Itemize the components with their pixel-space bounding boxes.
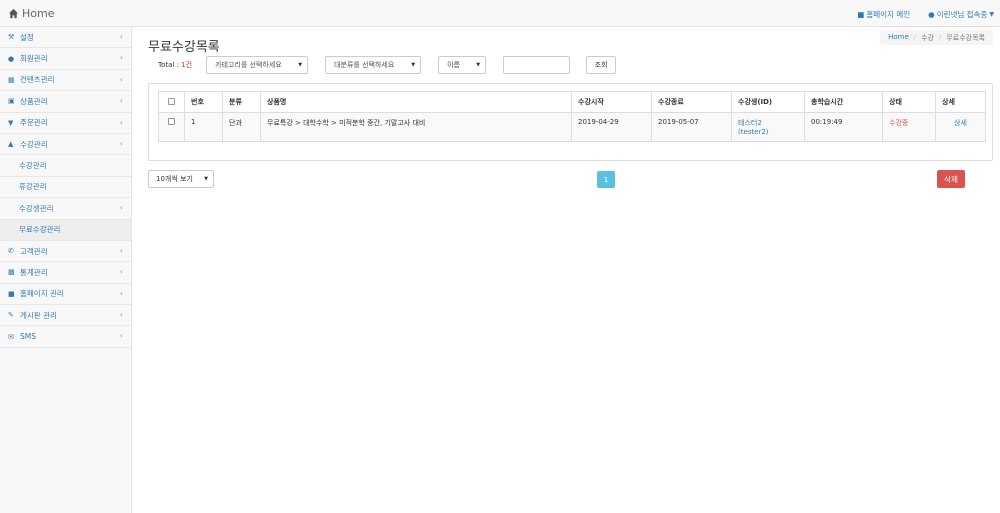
student-id-link[interactable]: (tester2): [738, 128, 769, 136]
sidebar-item-products[interactable]: ▣ 상품관리 ‹: [0, 91, 131, 113]
phone-icon: ✆: [8, 247, 14, 256]
sidebar-item-homepage[interactable]: ■ 홈페이지 관리 ‹: [0, 284, 131, 306]
caret-down-icon: ▼: [204, 176, 208, 182]
cell-student: 테스터2 (tester2): [731, 112, 805, 142]
sidebar-item-orders[interactable]: ▼ 주문관리 ‹: [0, 113, 131, 134]
list-panel: 번호 분류 상품명 수강시작 수강종료 수강생(ID) 총학습시간 상태 상세 …: [148, 83, 993, 161]
sidebar-item-statistics[interactable]: ▩ 통계관리 ‹: [0, 262, 131, 284]
page-title: 무료수강목록: [148, 40, 220, 55]
main-content: 무료수강목록 Home / 수강 / 무료수강목록 Total : 1건 카테고…: [132, 27, 1000, 513]
film-icon: ▦: [8, 75, 15, 84]
caret-down-icon: ▼: [411, 62, 416, 68]
page-size-select[interactable]: 10개씩 보기 ▼: [148, 170, 214, 188]
major-category-select[interactable]: 대분류를 선택하세요 ▼: [325, 56, 422, 74]
status-badge: 수강중: [882, 112, 936, 142]
cart-icon: ▼: [8, 118, 14, 127]
select-all-cell: [158, 91, 185, 113]
user-menu[interactable]: ● 이린넷님 접속중 ▼: [928, 9, 994, 20]
sidebar-item-settings[interactable]: ⚒ 설정 ‹: [0, 27, 131, 49]
search-button[interactable]: 조회: [586, 56, 617, 74]
brand-label: Home: [22, 7, 55, 20]
breadcrumb-separator: /: [939, 33, 942, 41]
breadcrumb-course: 수강: [921, 34, 934, 42]
col-header-product: 상품명: [260, 91, 572, 113]
col-header-detail: 상세: [935, 91, 986, 113]
sidebar-item-members[interactable]: ● 회원관리 ‹: [0, 48, 131, 70]
search-type-select[interactable]: 이름 ▼: [438, 56, 487, 74]
table-header-row: 번호 분류 상품명 수강시작 수강종료 수강생(ID) 총학습시간 상태 상세: [158, 91, 986, 113]
breadcrumb-separator: /: [913, 33, 917, 41]
caret-down-icon: ▼: [298, 62, 303, 68]
sidebar-subitem-break-manage[interactable]: 휴강관리: [0, 177, 131, 199]
pagination-page-1[interactable]: 1: [597, 171, 615, 188]
gift-icon: ▣: [8, 97, 15, 106]
sidebar-item-customers[interactable]: ✆ 고객관리 ‹: [0, 241, 131, 263]
breadcrumb: Home / 수강 / 무료수강목록: [880, 30, 993, 45]
col-header-no: 번호: [184, 91, 223, 113]
col-header-start: 수강시작: [571, 91, 652, 113]
category-select[interactable]: 카테고리를 선택하세요 ▼: [206, 56, 309, 74]
homepage-main-link[interactable]: ■ 홈페이지 메인: [857, 9, 910, 20]
cell-end: 2019-05-07: [651, 112, 732, 142]
home-icon: [8, 8, 19, 19]
col-header-category: 분류: [222, 91, 261, 113]
chevron-left-icon: ‹: [119, 310, 123, 320]
sidebar-subitem-student-manage[interactable]: 수강생관리 ‹: [0, 198, 131, 220]
cell-category: 단과: [222, 112, 261, 142]
sidebar: ⚒ 설정 ‹ ● 회원관리 ‹ ▦ 컨텐츠관리 ‹ ▣ 상품관리 ‹ ▼ 주문관…: [0, 27, 132, 513]
chevron-left-icon: ‹: [119, 331, 123, 341]
col-header-end: 수강종료: [651, 91, 732, 113]
chevron-left-icon: ‹: [119, 267, 123, 277]
car-icon: ■: [8, 289, 15, 298]
chevron-left-icon: ‹: [119, 53, 123, 63]
row-checkbox[interactable]: [168, 118, 175, 125]
caret-down-icon: ▼: [476, 62, 481, 68]
chevron-down-icon: ‹: [119, 138, 123, 148]
col-header-total-time: 총학습시간: [804, 91, 883, 113]
sidebar-item-board[interactable]: ✎ 게시판 관리 ‹: [0, 305, 131, 327]
user-icon: ●: [8, 54, 15, 63]
sidebar-subitem-course-manage[interactable]: 수강관리: [0, 155, 131, 177]
bar-chart-icon: ▩: [8, 268, 15, 277]
detail-link[interactable]: 상세: [935, 112, 986, 142]
total-count: Total : 1건: [158, 61, 193, 69]
sidebar-subitem-free-course-manage[interactable]: 무료수강관리: [0, 219, 131, 241]
wrench-icon: ⚒: [8, 33, 15, 42]
sidebar-item-contents[interactable]: ▦ 컨텐츠관리 ‹: [0, 70, 131, 92]
breadcrumb-current: 무료수강목록: [946, 34, 985, 42]
chevron-left-icon: ‹: [119, 32, 123, 41]
student-name-link[interactable]: 테스터2: [738, 119, 762, 127]
col-header-status: 상태: [882, 91, 936, 113]
chevron-left-icon: ‹: [119, 203, 123, 213]
delete-button[interactable]: 삭제: [937, 170, 965, 188]
caret-down-icon: ▼: [989, 11, 994, 18]
cell-total-time: 00:19:49: [804, 112, 883, 142]
sidebar-item-courses[interactable]: ▲ 수강관리 ‹: [0, 134, 131, 156]
graduation-cap-icon: ▲: [8, 140, 14, 149]
car-icon: ■: [857, 10, 865, 19]
chevron-left-icon: ‹: [119, 288, 123, 298]
chevron-left-icon: ‹: [119, 74, 123, 84]
row-select-cell: [158, 112, 185, 142]
cell-product: 무료특강 > 대학수학 > 미적분학 중간, 기말고사 대비: [260, 112, 572, 142]
chevron-left-icon: ‹: [119, 245, 123, 255]
user-icon: ●: [928, 10, 935, 19]
table-row: 1 단과 무료특강 > 대학수학 > 미적분학 중간, 기말고사 대비 2019…: [158, 112, 986, 142]
breadcrumb-home[interactable]: Home: [888, 33, 909, 42]
search-input[interactable]: [503, 56, 571, 74]
envelope-icon: ✉: [8, 332, 14, 341]
free-course-table: 번호 분류 상품명 수강시작 수강종료 수강생(ID) 총학습시간 상태 상세 …: [158, 91, 986, 142]
edit-icon: ✎: [8, 311, 14, 320]
chevron-left-icon: ‹: [119, 96, 123, 106]
select-all-checkbox[interactable]: [168, 97, 175, 105]
cell-start: 2019-04-29: [571, 112, 652, 142]
home-brand-link[interactable]: Home: [8, 7, 54, 20]
sidebar-item-sms[interactable]: ✉ SMS ‹: [0, 326, 131, 348]
filter-bar: Total : 1건 카테고리를 선택하세요 ▼ 대분류를 선택하세요 ▼ 이름…: [158, 56, 617, 74]
top-navbar: Home ■ 홈페이지 메인 ● 이린넷님 접속중 ▼: [0, 0, 1000, 27]
col-header-student: 수강생(ID): [731, 91, 805, 113]
chevron-left-icon: ‹: [119, 117, 123, 127]
cell-no: 1: [184, 112, 223, 142]
